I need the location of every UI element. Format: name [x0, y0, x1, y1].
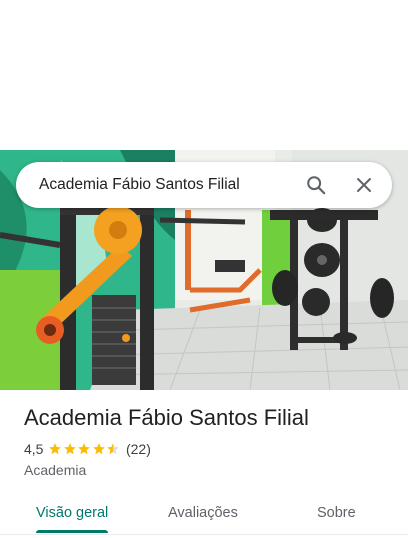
search-button[interactable] [296, 165, 336, 205]
tab-overview[interactable]: Visão geral [36, 492, 108, 534]
star-icon [78, 443, 91, 455]
rating-row[interactable]: 4,5 (22) [24, 441, 151, 457]
tab-reviews[interactable]: Avaliações [168, 492, 238, 534]
map-area-blank [0, 0, 408, 150]
active-tab-indicator [36, 530, 108, 533]
star-icon [93, 443, 105, 455]
search-icon [307, 176, 326, 195]
search-bar[interactable]: Academia Fábio Santos Filial [16, 162, 392, 208]
review-count[interactable]: (22) [126, 441, 151, 457]
rating-value: 4,5 [24, 441, 44, 457]
star-icon [49, 443, 62, 455]
tab-about[interactable]: Sobre [317, 492, 356, 534]
search-input[interactable]: Academia Fábio Santos Filial [39, 176, 296, 194]
close-button[interactable] [344, 165, 384, 205]
place-title: Academia Fábio Santos Filial [24, 405, 309, 430]
place-category: Academia [24, 462, 87, 478]
star-icon [64, 443, 76, 455]
tab-bar: Visão geral Avaliações Sobre [0, 492, 408, 535]
star-rating [48, 442, 121, 456]
star-icon [107, 443, 120, 455]
close-icon [357, 178, 371, 192]
